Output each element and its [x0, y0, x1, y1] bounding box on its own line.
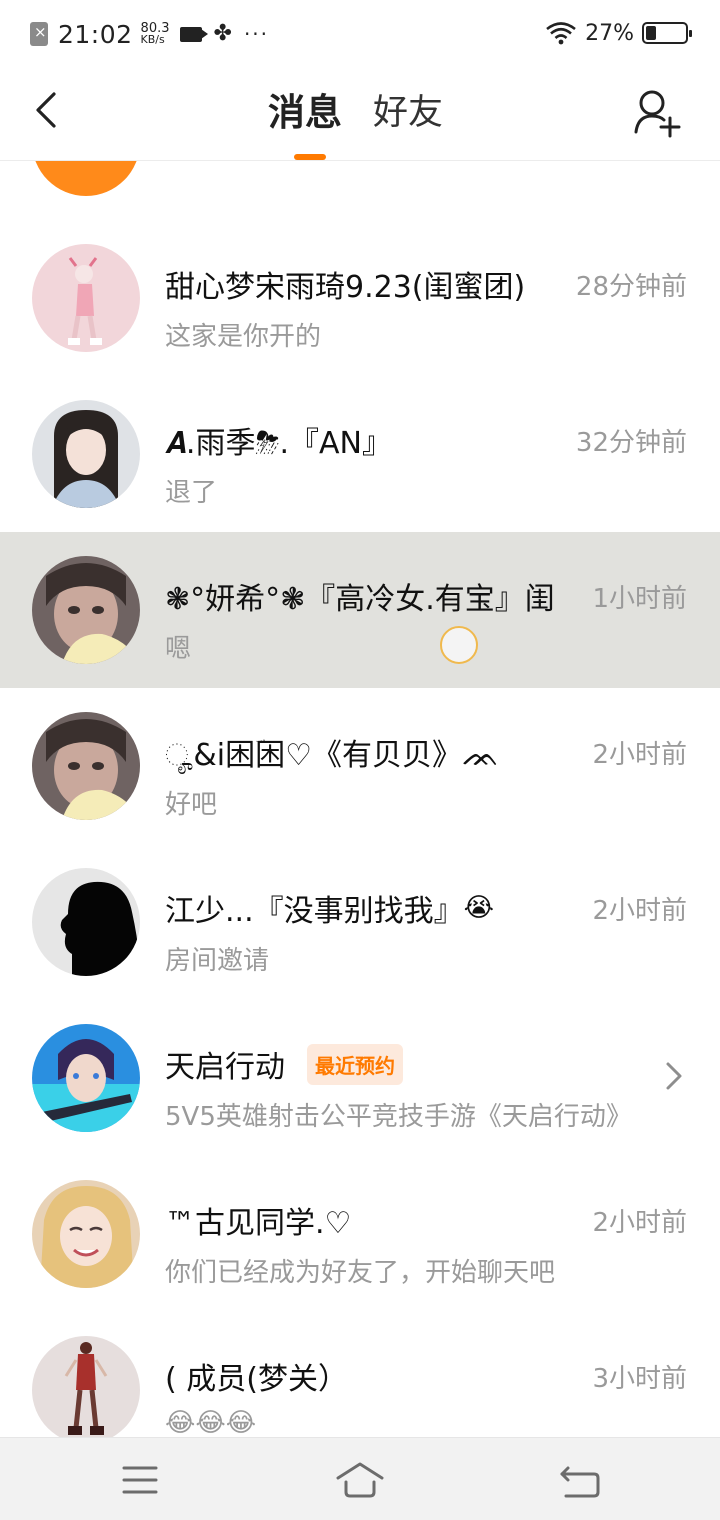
battery-percent: 27%: [585, 20, 634, 46]
list-item[interactable]: ™古见同学.♡ 2小时前 你们已经成为好友了，开始聊天吧: [0, 1156, 720, 1312]
avatar: [32, 556, 140, 664]
wifi-icon: [546, 22, 576, 45]
message-time: 2小时前: [592, 740, 687, 770]
no-sim-icon: [30, 22, 48, 46]
message-preview: 5V5英雄射击公平竞技手游《天启行动》: [165, 1102, 632, 1132]
avatar: [32, 400, 140, 508]
message-time: 28分钟前: [575, 272, 687, 302]
list-item[interactable]: ೄ&i困ؔ困♡《有贝贝》ᨏ 2小时前 好吧: [0, 688, 720, 844]
message-preview: 房间邀请: [165, 946, 270, 976]
conversation-title: ೄ&i困ؔ困♡《有贝贝》ᨏ: [165, 738, 500, 773]
message-time: 2小时前: [592, 1208, 687, 1238]
back-arrow-icon[interactable]: [26, 88, 70, 132]
fan-icon: ✤: [213, 21, 232, 46]
recent-reservation-badge: 最近预约: [307, 1043, 403, 1085]
crying-emoji: 😭: [463, 893, 494, 923]
battery-icon: [642, 22, 692, 44]
list-item-game[interactable]: 天启行动 最近预约 5V5英雄射击公平竞技手游《天启行动》: [0, 1000, 720, 1156]
conversation-title: ™古见同学.♡: [165, 1206, 352, 1241]
list-item[interactable]: 𝑨.雨季⛈.『AN』 32分钟前 退了: [0, 376, 720, 532]
home-icon[interactable]: [334, 1454, 386, 1506]
avatar: [32, 712, 140, 820]
top-nav: 消息 好友: [0, 66, 720, 161]
list-item-pressed[interactable]: ❃°妍希°❃『高冷女.有宝』闺 1小时前 嗯: [0, 532, 720, 688]
message-time: 2小时前: [592, 896, 687, 926]
menu-icon[interactable]: [114, 1454, 166, 1506]
message-preview: 嗯: [165, 634, 192, 664]
message-preview: 你们已经成为好友了，开始聊天吧: [165, 1258, 556, 1288]
list-item[interactable]: ( 成员(梦关） 3小时前 😂😂😂: [0, 1312, 720, 1437]
message-time: 1小时前: [592, 584, 687, 614]
conversation-title: 甜心梦宋雨琦9.23(闺蜜团): [165, 270, 526, 305]
list-item[interactable]: 甜心梦宋雨琦9.23(闺蜜团) 28分钟前 这家是你开的: [0, 220, 720, 376]
message-time: 32分钟前: [575, 428, 687, 458]
message-preview: 好吧: [165, 790, 218, 820]
touch-indicator: [440, 626, 478, 664]
message-preview: 😂😂😂: [165, 1408, 257, 1437]
conversation-title: 天启行动: [165, 1050, 285, 1085]
active-tab-indicator: [294, 154, 326, 160]
conversation-title: 𝑨.雨季⛈.『AN』: [165, 426, 392, 461]
chevron-right-icon[interactable]: [664, 1060, 684, 1092]
tab-messages[interactable]: 消息: [268, 88, 342, 138]
video-recording-icon: [179, 26, 208, 42]
avatar: [32, 1180, 140, 1288]
conversation-title: ❃°妍希°❃『高冷女.有宝』闺: [165, 582, 555, 617]
message-time: 3小时前: [592, 1364, 687, 1394]
avatar: [32, 1024, 140, 1132]
avatar: [32, 244, 140, 352]
list-item[interactable]: ·· ▯▯ · ▯ ▯▯▯▯▯▯▯▯: [0, 161, 720, 220]
status-time: 21:02: [58, 19, 133, 49]
status-bar: 21:02 80.3 KB/s ✤ ··· 27%: [0, 0, 720, 66]
network-speed: 80.3 KB/s: [140, 21, 170, 46]
conversation-title: 江少...『没事别找我』: [165, 894, 464, 929]
conversation-title: ( 成员(梦关）: [165, 1362, 348, 1397]
system-nav-bar: [0, 1437, 720, 1520]
conversation-list[interactable]: ·· ▯▯ · ▯ ▯▯▯▯▯▯▯▯ 甜心梦宋雨琦9.23(闺蜜团) 28分钟前: [0, 161, 720, 1437]
avatar: [32, 1336, 140, 1437]
add-friend-icon[interactable]: [632, 88, 684, 140]
avatar: [32, 161, 140, 196]
more-notifications-icon: ···: [243, 22, 270, 46]
list-item[interactable]: 江少...『没事别找我』 😭 2小时前 房间邀请: [0, 844, 720, 1000]
back-icon[interactable]: [554, 1454, 606, 1506]
message-preview: 这家是你开的: [165, 322, 322, 352]
message-preview: 退了: [165, 478, 218, 508]
avatar: [32, 868, 140, 976]
tab-friends[interactable]: 好友: [373, 88, 443, 138]
